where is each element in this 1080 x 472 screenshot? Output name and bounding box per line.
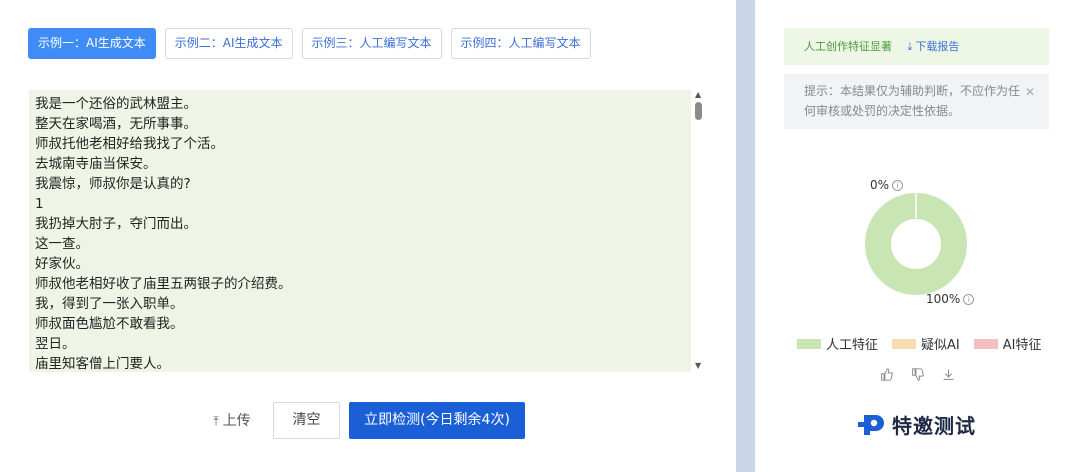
download-icon: ⤓ — [907, 40, 913, 53]
text-line: 我震惊，师叔你是认真的? — [35, 176, 191, 192]
text-line: 翌日。 — [35, 336, 76, 352]
brand-name: 特邀测试 — [892, 414, 976, 438]
brand-logo-icon — [858, 414, 884, 435]
upload-icon: ⤒ — [213, 414, 219, 428]
tab-example-4[interactable]: 示例四：人工编写文本 — [450, 28, 591, 59]
text-line: 去城南寺庙当保安。 — [35, 156, 157, 172]
scroll-thumb[interactable] — [695, 102, 702, 120]
ai-percent-label: 0% i — [870, 178, 904, 192]
result-donut-chart — [865, 192, 967, 295]
detect-button[interactable]: 立即检测(今日剩余4次) — [349, 402, 525, 439]
text-line: 我是一个还俗的武林盟主。 — [35, 96, 197, 112]
result-verdict: 人工创作特征显著 — [804, 40, 892, 53]
text-line: 师叔他老相好收了庙里五两银子的介绍费。 — [35, 276, 292, 292]
text-line: 师叔面色尴尬不敢看我。 — [35, 316, 184, 332]
thumbs-up-icon[interactable] — [880, 368, 893, 381]
tip-text: 提示：本结果仅为辅助判断，不应作为任何审核或处罚的决定性依据。 — [804, 84, 1021, 118]
human-percent-label: 100% i — [926, 292, 975, 306]
thumbs-down-icon[interactable] — [911, 368, 924, 381]
legend-label: 人工特征 — [826, 338, 879, 353]
download-report-link[interactable]: ⤓ 下载报告 — [908, 40, 960, 53]
download-icon[interactable] — [942, 368, 955, 381]
close-icon[interactable]: ✕ — [1025, 82, 1035, 102]
legend-item-suspected-ai: 疑似AI — [892, 334, 960, 353]
text-scrollbar[interactable]: ▲ ▼ — [693, 90, 705, 372]
tab-example-3[interactable]: 示例三：人工编写文本 — [301, 28, 442, 59]
download-report-label: 下载报告 — [915, 40, 960, 53]
text-line: 1 — [35, 196, 44, 212]
legend-swatch — [973, 338, 998, 349]
text-line: 师叔托他老相好给我找了个活。 — [35, 136, 224, 152]
info-icon[interactable]: i — [963, 294, 975, 305]
ai-percent-value: 0% — [870, 178, 890, 192]
scroll-up-arrow-icon[interactable]: ▲ — [695, 90, 701, 99]
legend-swatch — [797, 338, 821, 349]
text-line: 庙里知客僧上门要人。 — [35, 356, 170, 372]
text-line: 我，得到了一张入职单。 — [35, 296, 184, 312]
text-line: 这一查。 — [35, 236, 89, 252]
scroll-down-arrow-icon[interactable]: ▼ — [695, 361, 701, 370]
info-icon[interactable]: i — [892, 180, 904, 191]
chart-legend: 人工特征 疑似AI AI特征 — [797, 334, 1041, 353]
legend-item-ai: AI特征 — [973, 334, 1042, 353]
text-input[interactable]: 我是一个还俗的武林盟主。 整天在家喝酒，无所事事。 师叔托他老相好给我找了个活。… — [29, 90, 691, 372]
legend-label: 疑似AI — [921, 338, 960, 353]
text-line: 好家伙。 — [35, 256, 89, 272]
example-tabs: 示例一：AI生成文本 示例二：AI生成文本 示例三：人工编写文本 示例四：人工编… — [28, 28, 591, 59]
text-line: 我扔掉大肘子，夺门而出。 — [35, 216, 197, 232]
feedback-bar — [880, 368, 955, 381]
upload-label: 上传 — [222, 413, 251, 429]
human-percent-value: 100% — [926, 292, 961, 306]
tab-example-2[interactable]: 示例二：AI生成文本 — [164, 28, 293, 59]
upload-button[interactable]: ⤒ 上传 — [200, 403, 264, 439]
result-verdict-bar: 人工创作特征显著 ⤓ 下载报告 — [784, 28, 1049, 65]
tab-example-1[interactable]: 示例一：AI生成文本 — [28, 28, 156, 59]
clear-button[interactable]: 清空 — [273, 402, 340, 439]
legend-item-human: 人工特征 — [797, 334, 878, 353]
brand-badge: 特邀测试 — [858, 410, 976, 439]
legend-label: AI特征 — [1002, 338, 1042, 353]
legend-swatch — [892, 338, 917, 349]
text-line: 整天在家喝酒，无所事事。 — [35, 116, 197, 132]
disclaimer-tip: 提示：本结果仅为辅助判断，不应作为任何审核或处罚的决定性依据。 ✕ — [784, 74, 1049, 129]
